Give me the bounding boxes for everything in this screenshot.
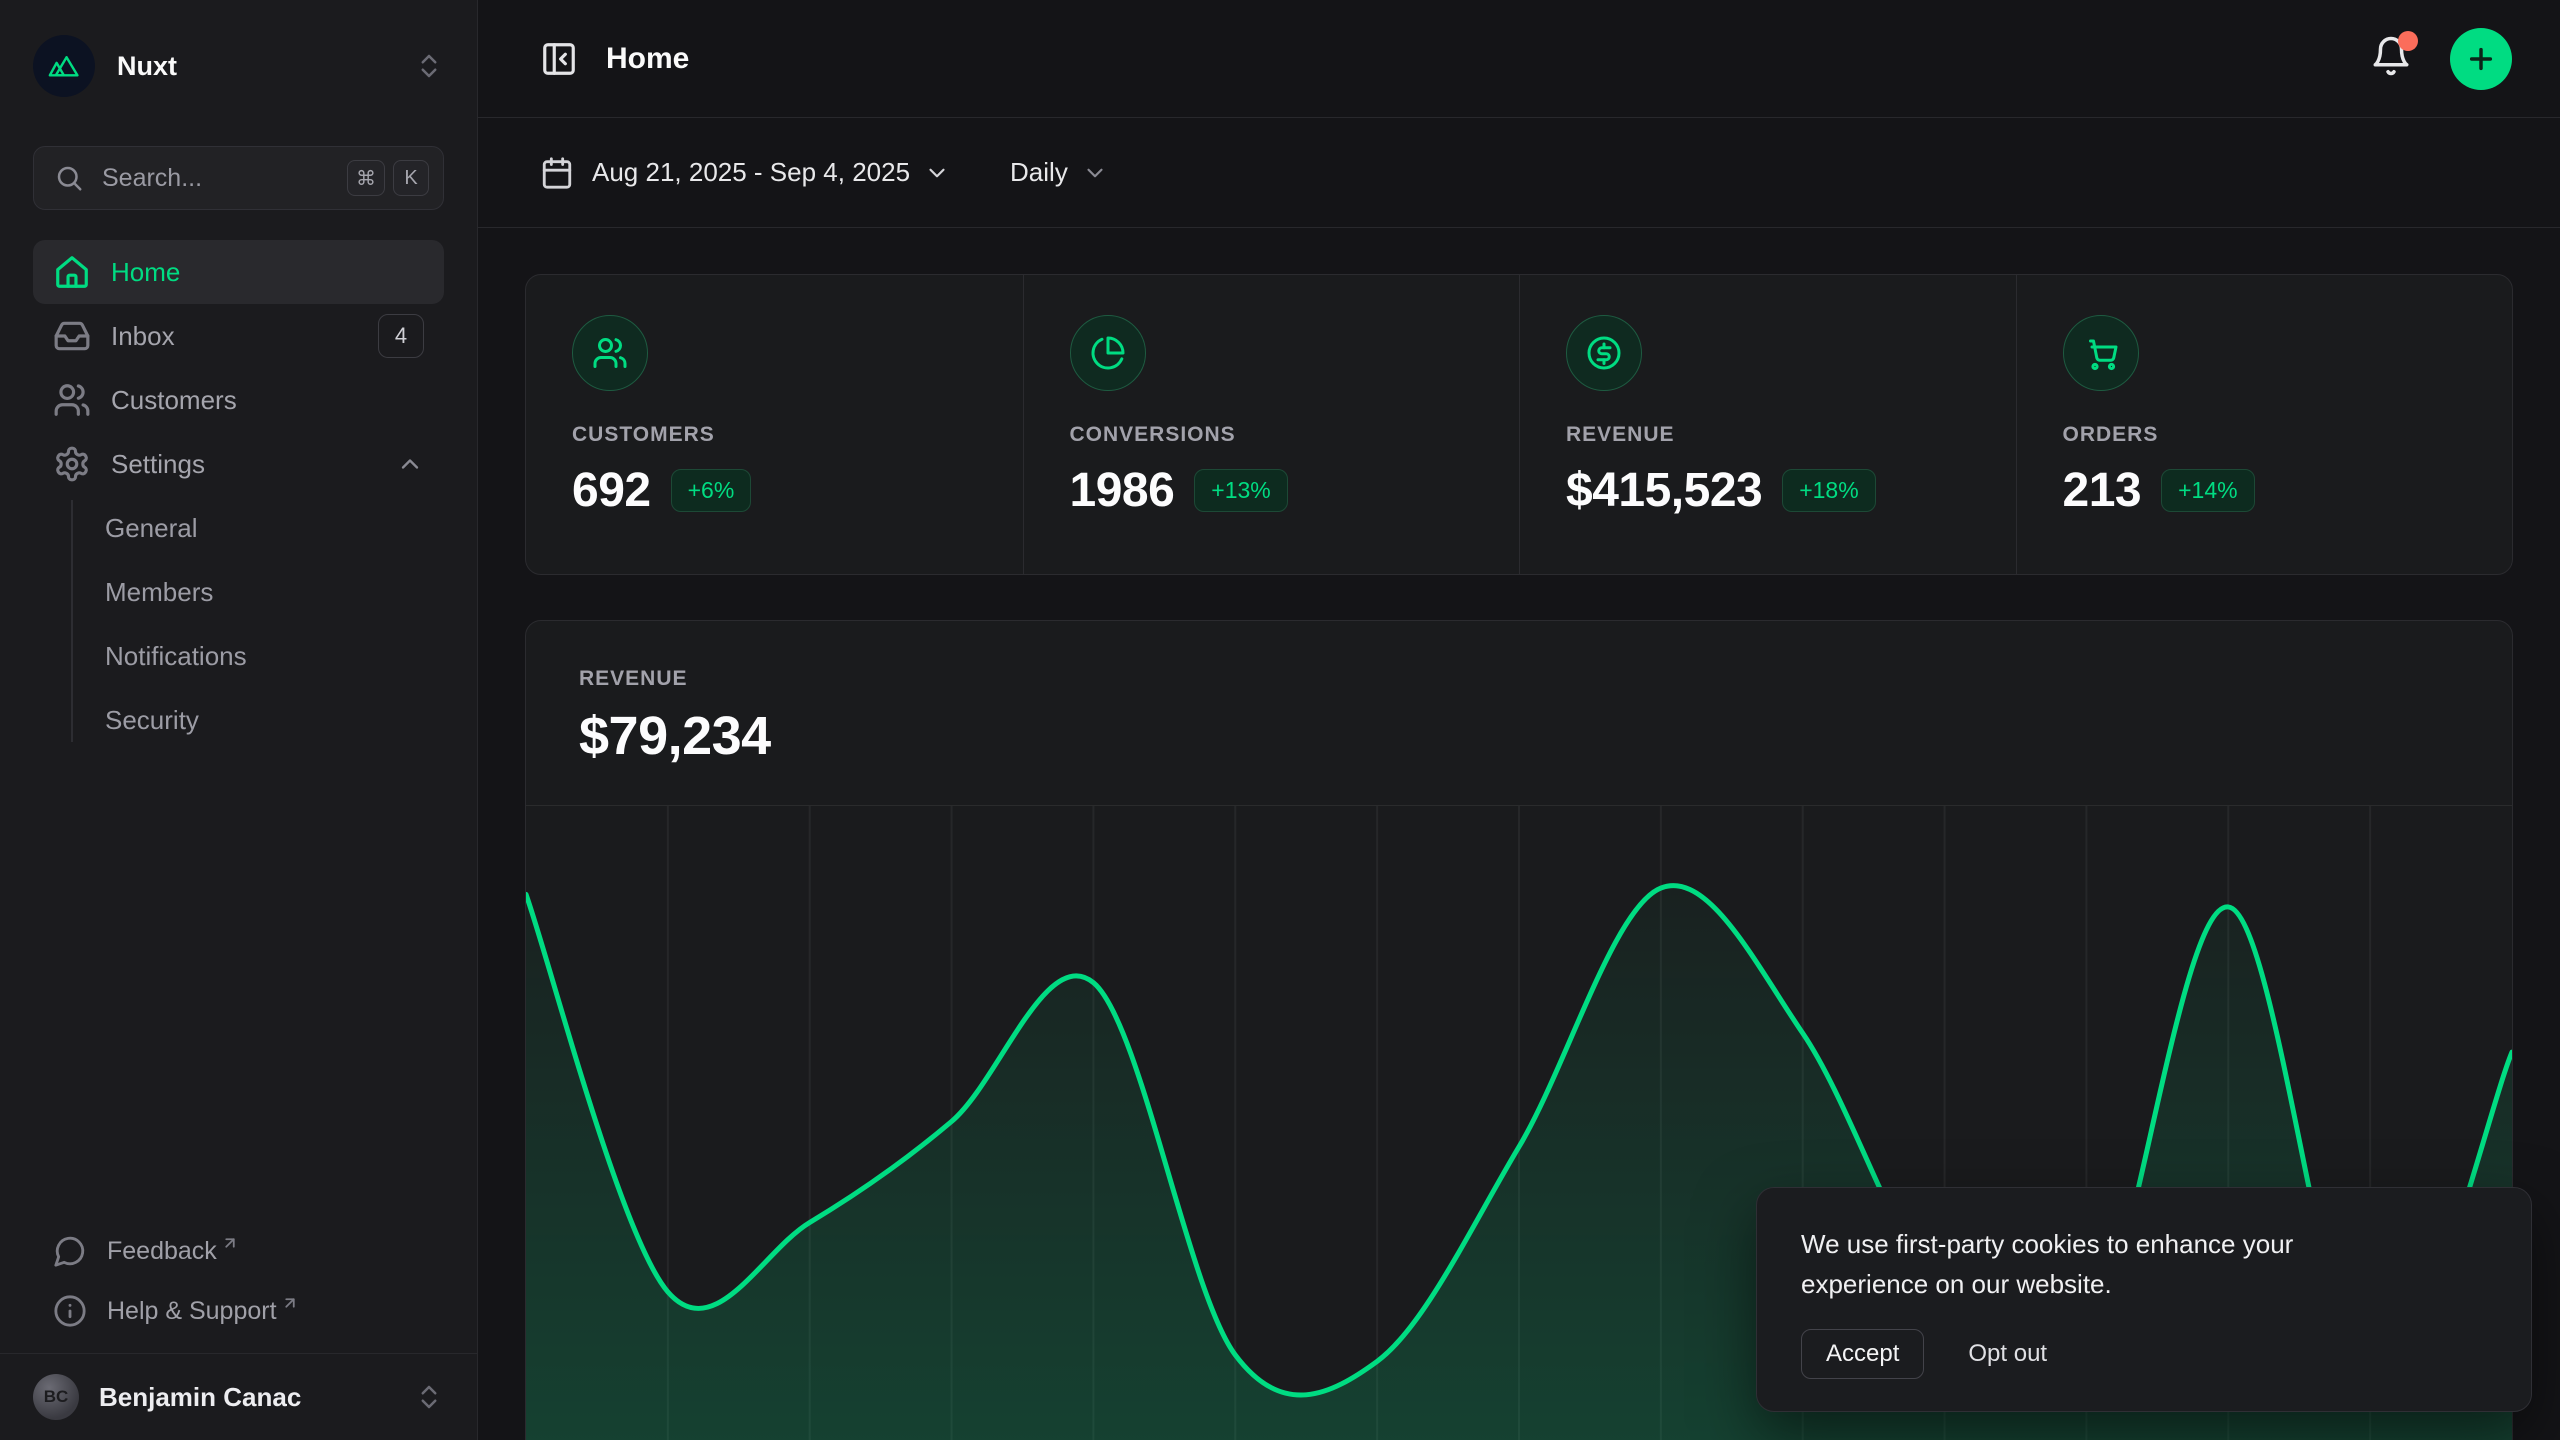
revenue-total: $79,234 xyxy=(579,705,2459,767)
sidebar-item-label: Settings xyxy=(111,449,205,480)
user-name: Benjamin Canac xyxy=(99,1382,301,1413)
collapse-sidebar-button[interactable] xyxy=(540,40,578,78)
search-icon xyxy=(54,163,84,193)
sidebar-subitem-notifications[interactable]: Notifications xyxy=(33,624,444,688)
sidebar-item-settings[interactable]: Settings xyxy=(33,432,444,496)
cookie-accept-button[interactable]: Accept xyxy=(1801,1329,1924,1379)
kbd-cmd: ⌘ xyxy=(347,160,385,196)
revenue-chart-header: REVENUE $79,234 xyxy=(526,621,2512,805)
stat-label: ORDERS xyxy=(2063,423,2467,447)
users-icon xyxy=(572,315,648,391)
stat-label: CONVERSIONS xyxy=(1070,423,1474,447)
date-range-picker[interactable]: Aug 21, 2025 - Sep 4, 2025 xyxy=(540,156,950,190)
notification-dot xyxy=(2398,31,2418,51)
feedback-label: Feedback xyxy=(107,1237,217,1266)
sidebar-subitem-general[interactable]: General xyxy=(33,496,444,560)
chevrons-up-down-icon xyxy=(414,1382,444,1412)
stat-conversions[interactable]: CONVERSIONS 1986 +13% xyxy=(1023,275,1520,574)
stat-delta-badge: +6% xyxy=(671,469,752,512)
sidebar-item-customers[interactable]: Customers xyxy=(33,368,444,432)
home-icon xyxy=(53,253,91,291)
inbox-count-badge: 4 xyxy=(378,314,424,358)
chevron-down-icon xyxy=(1082,160,1108,186)
inbox-icon xyxy=(53,317,91,355)
pie-chart-icon xyxy=(1070,315,1146,391)
cookie-message: We use first-party cookies to enhance yo… xyxy=(1801,1224,2381,1305)
users-icon xyxy=(53,381,91,419)
stat-customers[interactable]: CUSTOMERS 692 +6% xyxy=(526,275,1023,574)
top-header: Home xyxy=(478,0,2560,118)
feedback-link[interactable]: Feedback xyxy=(33,1221,444,1281)
stat-revenue[interactable]: REVENUE $415,523 +18% xyxy=(1519,275,2016,574)
help-support-label: Help & Support xyxy=(107,1297,277,1326)
stat-delta-badge: +18% xyxy=(1782,469,1875,512)
sidebar-item-home[interactable]: Home xyxy=(33,240,444,304)
date-range-label: Aug 21, 2025 - Sep 4, 2025 xyxy=(592,157,910,188)
stat-orders[interactable]: ORDERS 213 +14% xyxy=(2016,275,2513,574)
stat-label: REVENUE xyxy=(1566,423,1970,447)
kbd-k: K xyxy=(393,160,429,196)
user-menu[interactable]: BC Benjamin Canac xyxy=(0,1354,477,1440)
sidebar-item-label: Customers xyxy=(111,385,237,416)
workspace-switcher[interactable]: Nuxt xyxy=(33,30,444,102)
info-circle-icon xyxy=(53,1294,87,1328)
app-root: Nuxt ⌘ K xyxy=(0,0,2560,1440)
nuxt-logo-icon xyxy=(33,35,95,97)
granularity-select[interactable]: Daily xyxy=(1010,157,1108,188)
stats-panel: CUSTOMERS 692 +6% CONVERSIONS 1986 xyxy=(525,274,2513,575)
filters-toolbar: Aug 21, 2025 - Sep 4, 2025 Daily xyxy=(478,118,2560,228)
calendar-icon xyxy=(540,156,574,190)
chevron-up-icon xyxy=(396,450,424,478)
avatar: BC xyxy=(33,1374,79,1420)
stat-value: $415,523 xyxy=(1566,463,1762,518)
sidebar-subitem-members[interactable]: Members xyxy=(33,560,444,624)
help-support-link[interactable]: Help & Support xyxy=(33,1281,444,1341)
stat-label: CUSTOMERS xyxy=(572,423,977,447)
chevrons-up-down-icon xyxy=(414,51,444,81)
stat-value: 692 xyxy=(572,463,651,518)
chevron-down-icon xyxy=(924,160,950,186)
dollar-circle-icon xyxy=(1566,315,1642,391)
search-box[interactable]: ⌘ K xyxy=(33,146,444,210)
sidebar-item-inbox[interactable]: Inbox 4 xyxy=(33,304,444,368)
external-link-icon xyxy=(221,1234,239,1252)
external-link-icon xyxy=(281,1294,299,1312)
revenue-label: REVENUE xyxy=(579,667,2459,691)
plus-icon xyxy=(2465,43,2497,75)
settings-sub-list: General Members Notifications Security xyxy=(33,496,444,752)
granularity-label: Daily xyxy=(1010,157,1068,188)
notifications-button[interactable] xyxy=(2370,35,2412,82)
stat-delta-badge: +14% xyxy=(2161,469,2254,512)
sidebar-subitem-security[interactable]: Security xyxy=(33,688,444,752)
chat-bubble-icon xyxy=(53,1234,87,1268)
sidebar-item-label: Home xyxy=(111,257,180,288)
cookie-optout-button[interactable]: Opt out xyxy=(1968,1340,2047,1368)
shopping-cart-icon xyxy=(2063,315,2139,391)
gear-icon xyxy=(53,445,91,483)
workspace-name: Nuxt xyxy=(117,51,177,82)
sidebar-item-label: Inbox xyxy=(111,321,175,352)
search-input[interactable] xyxy=(102,164,339,193)
cookie-banner: We use first-party cookies to enhance yo… xyxy=(1756,1187,2532,1412)
stat-value: 1986 xyxy=(1070,463,1175,518)
stat-delta-badge: +13% xyxy=(1194,469,1287,512)
sidebar-footer: Feedback Help & Support xyxy=(33,1221,444,1341)
add-button[interactable] xyxy=(2450,28,2512,90)
sidebar: Nuxt ⌘ K xyxy=(0,0,478,1440)
page-title: Home xyxy=(606,42,689,76)
stat-value: 213 xyxy=(2063,463,2142,518)
sidebar-nav: Home Inbox 4 Customers xyxy=(33,240,444,752)
